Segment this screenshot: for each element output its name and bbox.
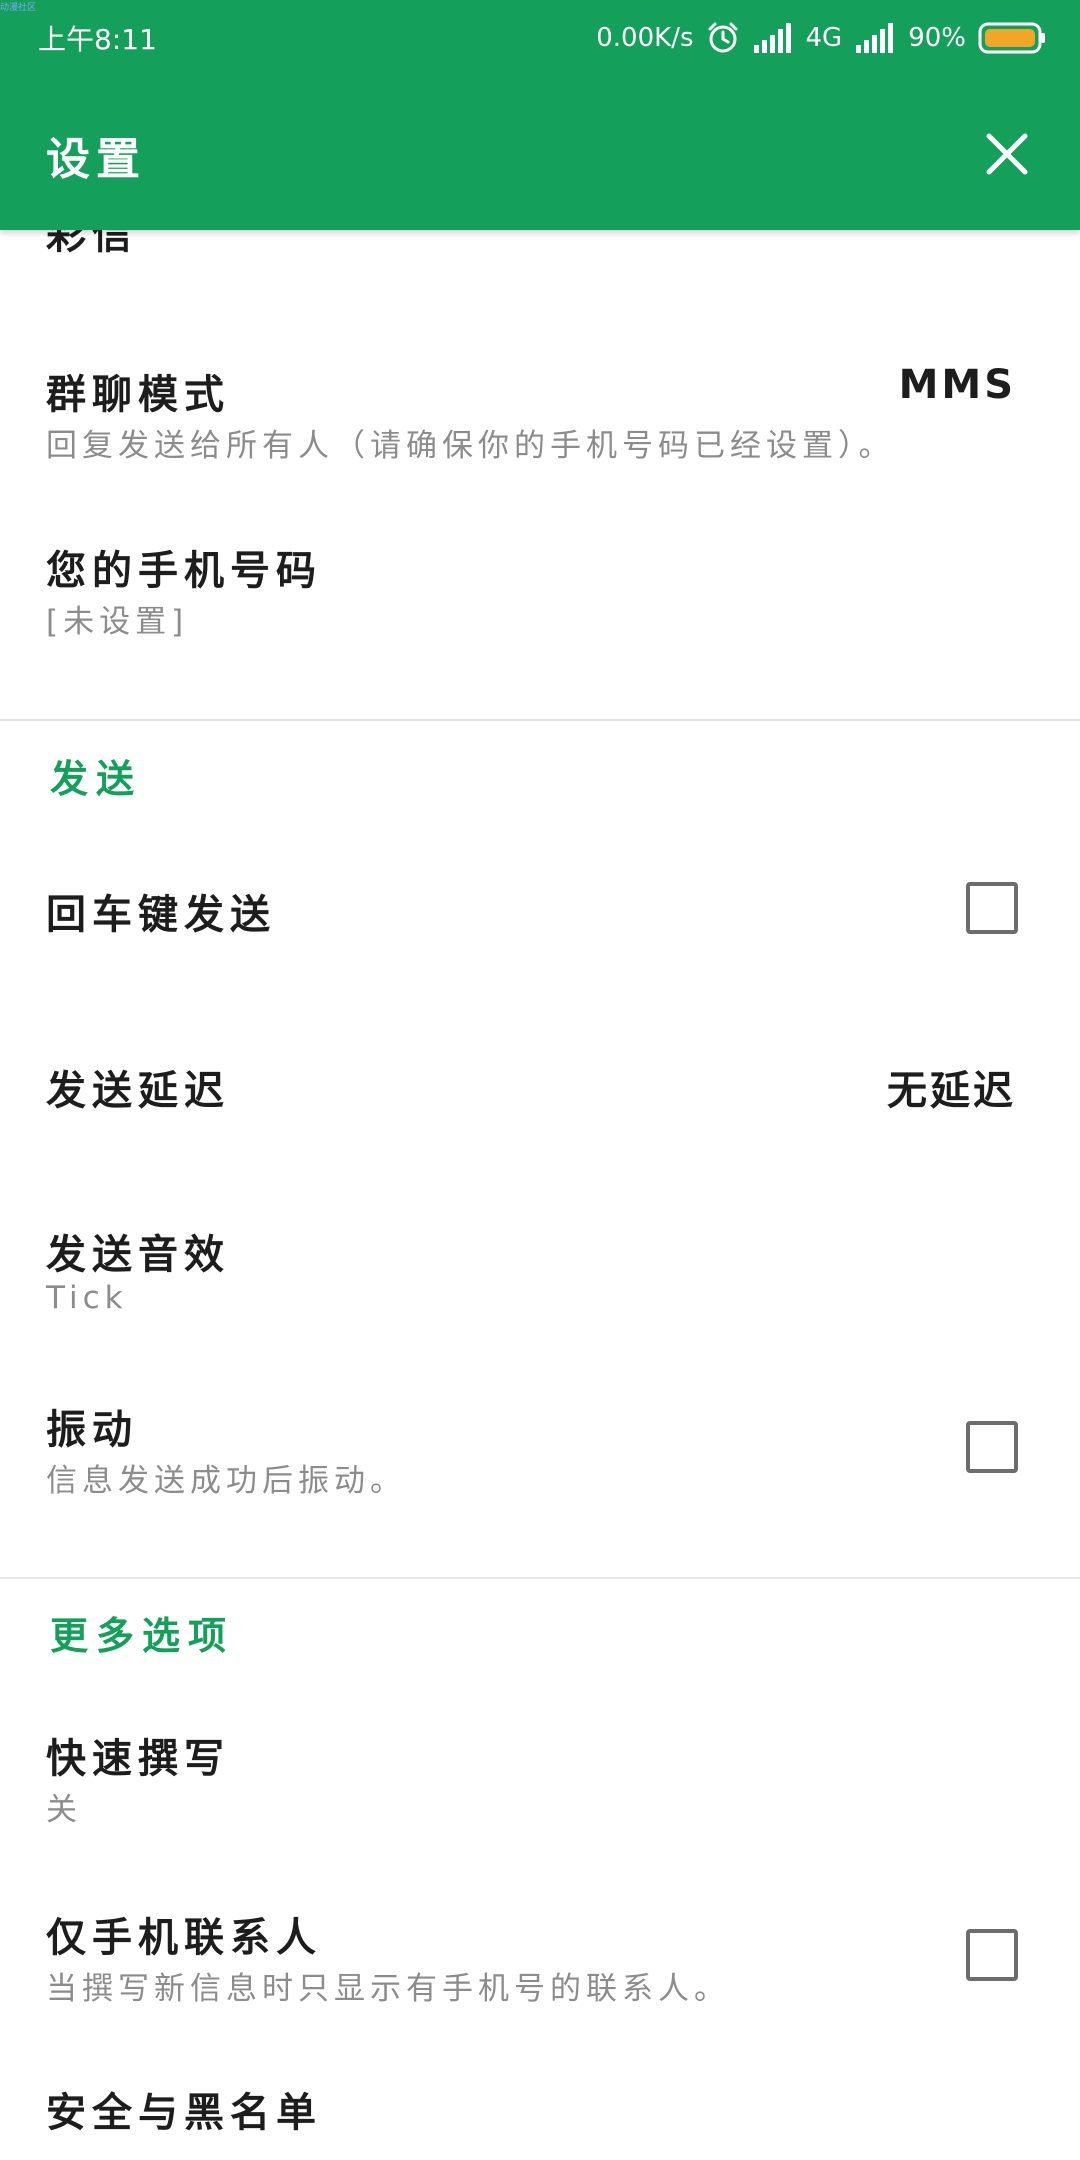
send-sound-item[interactable]: 发送音效 Tick — [0, 1180, 1080, 1340]
mobile-only-item[interactable]: 仅手机联系人 当撰写新信息时只显示有手机号的联系人。 — [0, 1875, 1080, 2045]
mobile-only-title: 仅手机联系人 — [46, 1915, 322, 1961]
group-mode-item[interactable]: 群聊模式 MMS 回复发送给所有人（请确保你的手机号码已经设置）。 — [0, 340, 1080, 490]
net-speed: 0.00K/s — [596, 23, 694, 53]
send-sound-title: 发送音效 — [46, 1232, 230, 1278]
status-time: 上午8:11 — [38, 23, 157, 56]
group-mode-title: 群聊模式 — [46, 372, 230, 418]
send-sound-subtitle: Tick — [46, 1280, 128, 1316]
phone-number-subtitle: [未设置] — [46, 604, 189, 640]
signal-icon — [752, 23, 794, 53]
enter-to-send-title: 回车键发送 — [46, 892, 276, 938]
mobile-only-checkbox[interactable] — [966, 1929, 1018, 1981]
enter-to-send-checkbox[interactable] — [966, 882, 1018, 934]
page-title: 设置 — [46, 134, 146, 185]
group-mode-subtitle: 回复发送给所有人（请确保你的手机号码已经设置）。 — [46, 428, 895, 464]
close-icon — [986, 133, 1028, 175]
battery-percent: 90% — [908, 23, 966, 53]
phone-number-title: 您的手机号码 — [46, 548, 322, 594]
status-bar: 上午8:11 0.00K/s 4G 90% — [0, 0, 1080, 75]
send-delay-title: 发送延迟 — [46, 1068, 230, 1114]
section-header-more: 更多选项 — [50, 1614, 235, 1658]
enter-to-send-item[interactable]: 回车键发送 — [0, 830, 1080, 990]
quick-compose-item[interactable]: 快速撰写 关 — [0, 1700, 1080, 1860]
close-button[interactable] — [964, 111, 1050, 197]
quick-compose-title: 快速撰写 — [46, 1736, 230, 1782]
mms-item[interactable]: 彩信 — [0, 230, 1080, 300]
network-type: 4G — [805, 23, 843, 53]
vibrate-subtitle: 信息发送成功后振动。 — [46, 1463, 406, 1499]
blocking-title: 安全与黑名单 — [46, 2090, 322, 2136]
mobile-only-subtitle: 当撰写新信息时只显示有手机号的联系人。 — [46, 1971, 730, 2007]
phone-number-item[interactable]: 您的手机号码 [未设置] — [0, 520, 1080, 670]
quick-compose-subtitle: 关 — [46, 1792, 82, 1828]
title-bar: 设置 — [0, 75, 1080, 230]
section-header-send: 发送 — [50, 757, 143, 801]
settings-list[interactable]: 彩信 群聊模式 MMS 回复发送给所有人（请确保你的手机号码已经设置）。 您的手… — [0, 230, 1080, 2160]
blocking-item[interactable]: 安全与黑名单 — [0, 2070, 1080, 2160]
send-delay-value: 无延迟 — [887, 1068, 1016, 1114]
status-icons: 0.00K/s 4G 90% — [596, 18, 1046, 58]
group-mode-value: MMS — [898, 362, 1016, 408]
alarm-icon — [706, 21, 740, 55]
mms-item-title: 彩信 — [46, 230, 138, 258]
send-delay-item[interactable]: 发送延迟 无延迟 — [0, 1010, 1080, 1170]
vibrate-title: 振动 — [46, 1407, 138, 1453]
vibrate-checkbox[interactable] — [966, 1421, 1018, 1473]
battery-icon — [978, 22, 1046, 54]
vibrate-item[interactable]: 振动 信息发送成功后振动。 — [0, 1355, 1080, 1525]
section-divider — [0, 719, 1080, 721]
app-header: 动漫社区 上午8:11 0.00K/s 4G 90% 设置 — [0, 0, 1080, 230]
section-divider-2 — [0, 1577, 1080, 1579]
signal-icon-2 — [854, 23, 896, 53]
